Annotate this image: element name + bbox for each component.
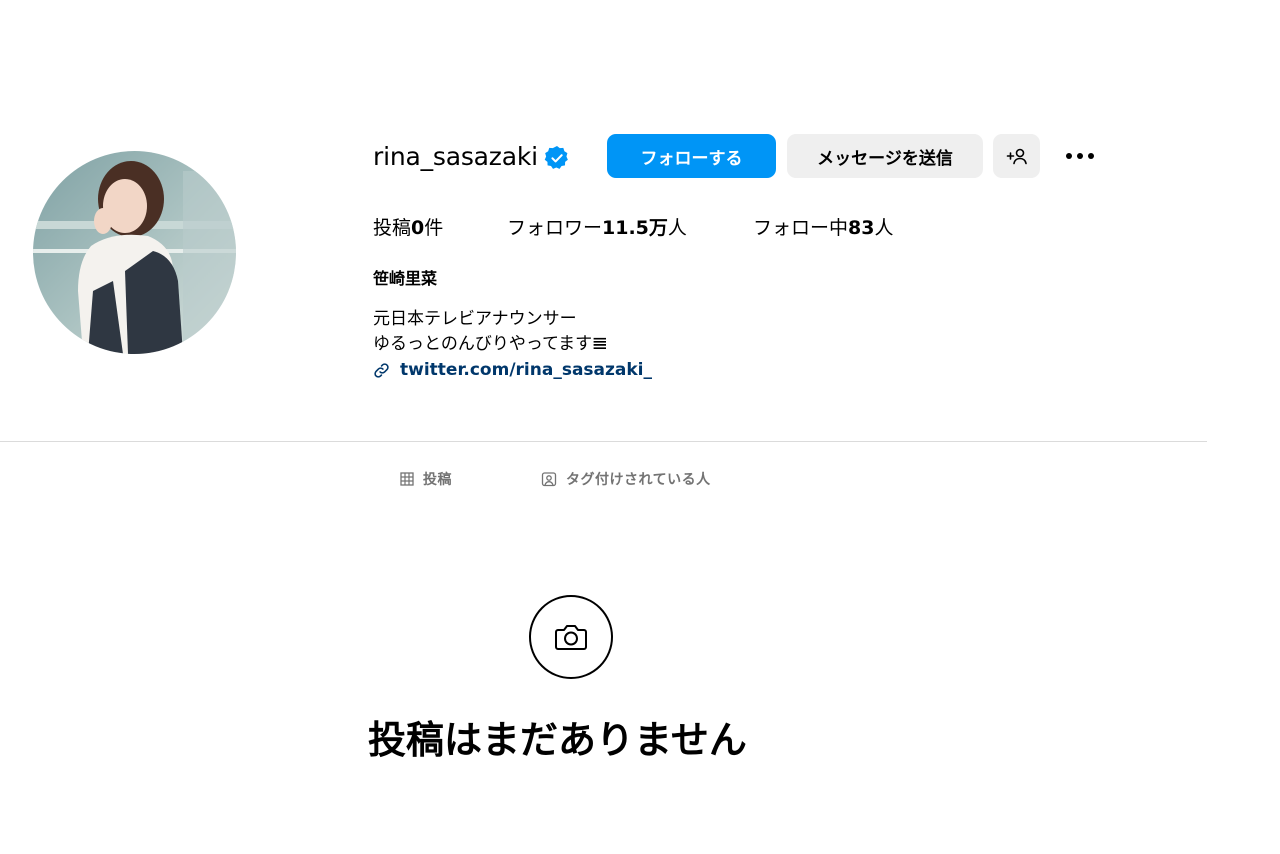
tab-tagged-label: タグ付けされている人: [566, 472, 711, 488]
more-options-button[interactable]: [1062, 140, 1098, 172]
profile-avatar[interactable]: [33, 151, 236, 354]
followers-label: フォロワー: [507, 217, 603, 239]
follow-button[interactable]: フォローする: [607, 134, 776, 178]
bio-line: 元日本テレビアナウンサー: [373, 309, 577, 329]
tab-posts[interactable]: 投稿: [400, 466, 452, 492]
add-person-icon: [1006, 148, 1027, 165]
followers-suffix: 人: [667, 217, 687, 239]
verified-badge-icon: [544, 145, 570, 171]
grid-icon: [400, 472, 414, 486]
followers-link[interactable]: フォロワー11.5万人: [507, 212, 687, 244]
posts-suffix: 件: [424, 217, 444, 239]
following-suffix: 人: [874, 217, 894, 239]
bio-emoji: 𝌆: [592, 334, 608, 354]
following-link[interactable]: フォロー中83人: [753, 212, 893, 244]
suggested-accounts-button[interactable]: [993, 134, 1040, 178]
followers-number: 11.5万: [602, 217, 668, 239]
avatar-photo: [33, 151, 236, 354]
link-icon: [374, 362, 389, 378]
tab-tagged[interactable]: タグ付けされている人: [541, 466, 711, 492]
posts-number: 0: [411, 217, 425, 239]
camera-icon: [555, 625, 587, 650]
bio-line: ゆるっとのんびりやってます𝌆: [373, 332, 607, 357]
tabs-divider: [0, 441, 1207, 442]
profile-full-name: 笹崎里菜: [373, 269, 438, 288]
more-options-icon: [1066, 153, 1094, 159]
bio-line-text: ゆるっとのんびりやってます: [373, 334, 593, 354]
tab-posts-label: 投稿: [423, 472, 452, 488]
empty-state-text: 投稿はまだありません: [368, 718, 747, 762]
following-number: 83: [848, 217, 875, 239]
posts-count: 投稿0件: [373, 212, 443, 244]
profile-page: rina_sasazaki フォローする メッセージを送信 投稿0件 フォロワー…: [0, 0, 1280, 854]
bio-link[interactable]: twitter.com/rina_sasazaki_: [373, 357, 652, 383]
empty-state-camera: [529, 595, 613, 679]
tagged-icon: [541, 472, 557, 487]
bio-link-text[interactable]: twitter.com/rina_sasazaki_: [400, 360, 652, 380]
message-button[interactable]: メッセージを送信: [787, 134, 983, 178]
posts-label: 投稿: [373, 217, 412, 239]
profile-username: rina_sasazaki: [373, 142, 538, 171]
following-label: フォロー中: [753, 217, 849, 239]
